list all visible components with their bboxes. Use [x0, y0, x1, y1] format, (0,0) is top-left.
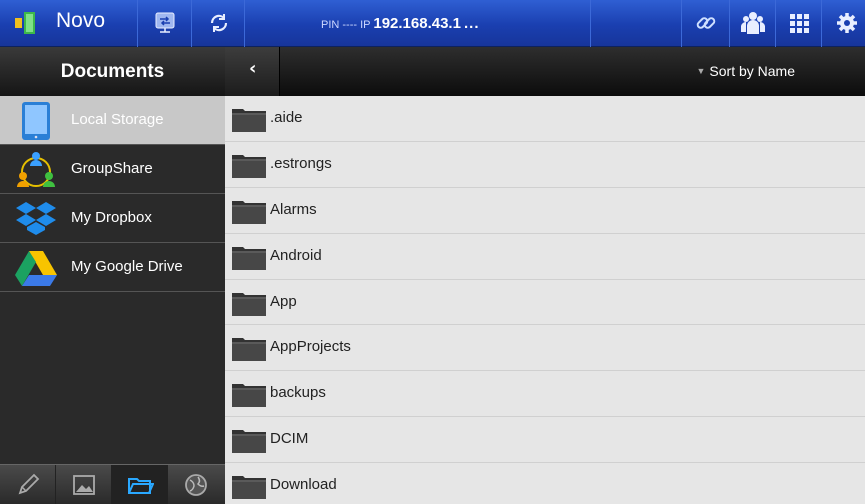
- more-indicator[interactable]: ...: [464, 15, 480, 32]
- image-icon: [73, 475, 95, 495]
- spacer-cell: [590, 0, 682, 47]
- users-icon: [741, 12, 765, 34]
- sidebar: Documents Local Storage GroupShare My Dr…: [0, 47, 225, 504]
- sidebar-title: Documents: [0, 47, 225, 96]
- display-icon: [155, 12, 175, 33]
- sidebar-item-label: My Google Drive: [71, 258, 183, 275]
- back-button[interactable]: ‹: [225, 47, 280, 96]
- apps-grid-button[interactable]: [776, 0, 822, 47]
- dropdown-triangle-icon: ▼: [696, 66, 706, 76]
- tab-annotate[interactable]: [0, 465, 56, 504]
- sidebar-item-dropbox[interactable]: My Dropbox: [0, 194, 225, 243]
- pin-label: PIN ---- IP: [321, 19, 371, 31]
- connection-info: PIN ---- IP 192.168.43.1 ...: [245, 0, 590, 47]
- file-name: backups: [270, 384, 326, 402]
- folder-icon: [232, 430, 266, 454]
- tablet-icon: [22, 102, 50, 140]
- top-bar: Novo PIN ---- IP 192.168.43.1 ...: [0, 0, 865, 47]
- bottom-tab-bar: [0, 464, 225, 504]
- file-row[interactable]: App: [225, 279, 865, 326]
- link-button[interactable]: [682, 0, 730, 47]
- folder-icon: [232, 292, 266, 316]
- file-row[interactable]: .estrongs: [225, 141, 865, 188]
- file-name: AppProjects: [270, 338, 351, 356]
- folder-icon: [232, 476, 266, 500]
- tab-web[interactable]: [168, 465, 224, 504]
- refresh-button[interactable]: [192, 0, 245, 47]
- sidebar-item-label: Local Storage: [71, 111, 164, 128]
- file-browser: ‹ ▼ Sort by Name .aide .estrongs Alarms Andr…: [225, 47, 865, 504]
- tab-documents[interactable]: [112, 465, 168, 504]
- file-row[interactable]: AppProjects: [225, 325, 865, 372]
- folder-icon: [128, 478, 154, 494]
- file-name: Android: [270, 246, 322, 264]
- groupshare-icon: [17, 152, 55, 187]
- file-name: App: [270, 292, 297, 310]
- folder-icon: [232, 109, 266, 132]
- sidebar-item-label: My Dropbox: [71, 209, 152, 226]
- grid-icon: [790, 14, 809, 33]
- dropbox-icon: [16, 202, 56, 235]
- file-name: Alarms: [270, 200, 317, 218]
- file-row[interactable]: Alarms: [225, 187, 865, 234]
- sidebar-item-local-storage[interactable]: Local Storage: [0, 96, 225, 145]
- gear-icon: [837, 13, 857, 33]
- file-name: .aide: [270, 109, 303, 126]
- folder-icon: [232, 200, 266, 224]
- google-drive-icon: [15, 251, 57, 286]
- file-name: .estrongs: [270, 154, 332, 172]
- folder-icon: [232, 246, 266, 270]
- refresh-icon: [210, 14, 228, 32]
- file-name: DCIM: [270, 430, 309, 448]
- file-row[interactable]: .aide: [225, 96, 865, 142]
- novo-logo-icon: [15, 12, 35, 34]
- back-chevron-icon: ‹: [249, 58, 257, 79]
- pencil-icon: [18, 473, 40, 495]
- sidebar-item-groupshare[interactable]: GroupShare: [0, 145, 225, 194]
- folder-icon: [232, 384, 266, 408]
- users-button[interactable]: [730, 0, 776, 47]
- file-row[interactable]: DCIM: [225, 417, 865, 464]
- sort-dropdown[interactable]: ▼ Sort by Name: [696, 63, 795, 79]
- sidebar-item-label: GroupShare: [71, 160, 153, 177]
- settings-button[interactable]: [822, 0, 865, 47]
- file-row[interactable]: backups: [225, 371, 865, 418]
- tab-gallery[interactable]: [56, 465, 112, 504]
- folder-icon: [232, 338, 266, 362]
- globe-icon: [185, 474, 207, 496]
- file-browser-header: ‹ ▼ Sort by Name: [225, 47, 865, 96]
- app-title-cell[interactable]: Novo: [0, 0, 138, 47]
- file-list: .aide .estrongs Alarms Android App AppProject…: [225, 96, 865, 504]
- sidebar-item-google-drive[interactable]: My Google Drive: [0, 243, 225, 292]
- ip-address: 192.168.43.1: [373, 15, 461, 32]
- file-row[interactable]: Android: [225, 233, 865, 280]
- file-name: Download: [270, 476, 337, 494]
- link-icon: [696, 17, 716, 29]
- folder-icon: [232, 154, 266, 178]
- file-row[interactable]: Download: [225, 463, 865, 504]
- app-name: Novo: [56, 9, 106, 32]
- display-button[interactable]: [138, 0, 192, 47]
- sort-label: Sort by Name: [709, 63, 795, 79]
